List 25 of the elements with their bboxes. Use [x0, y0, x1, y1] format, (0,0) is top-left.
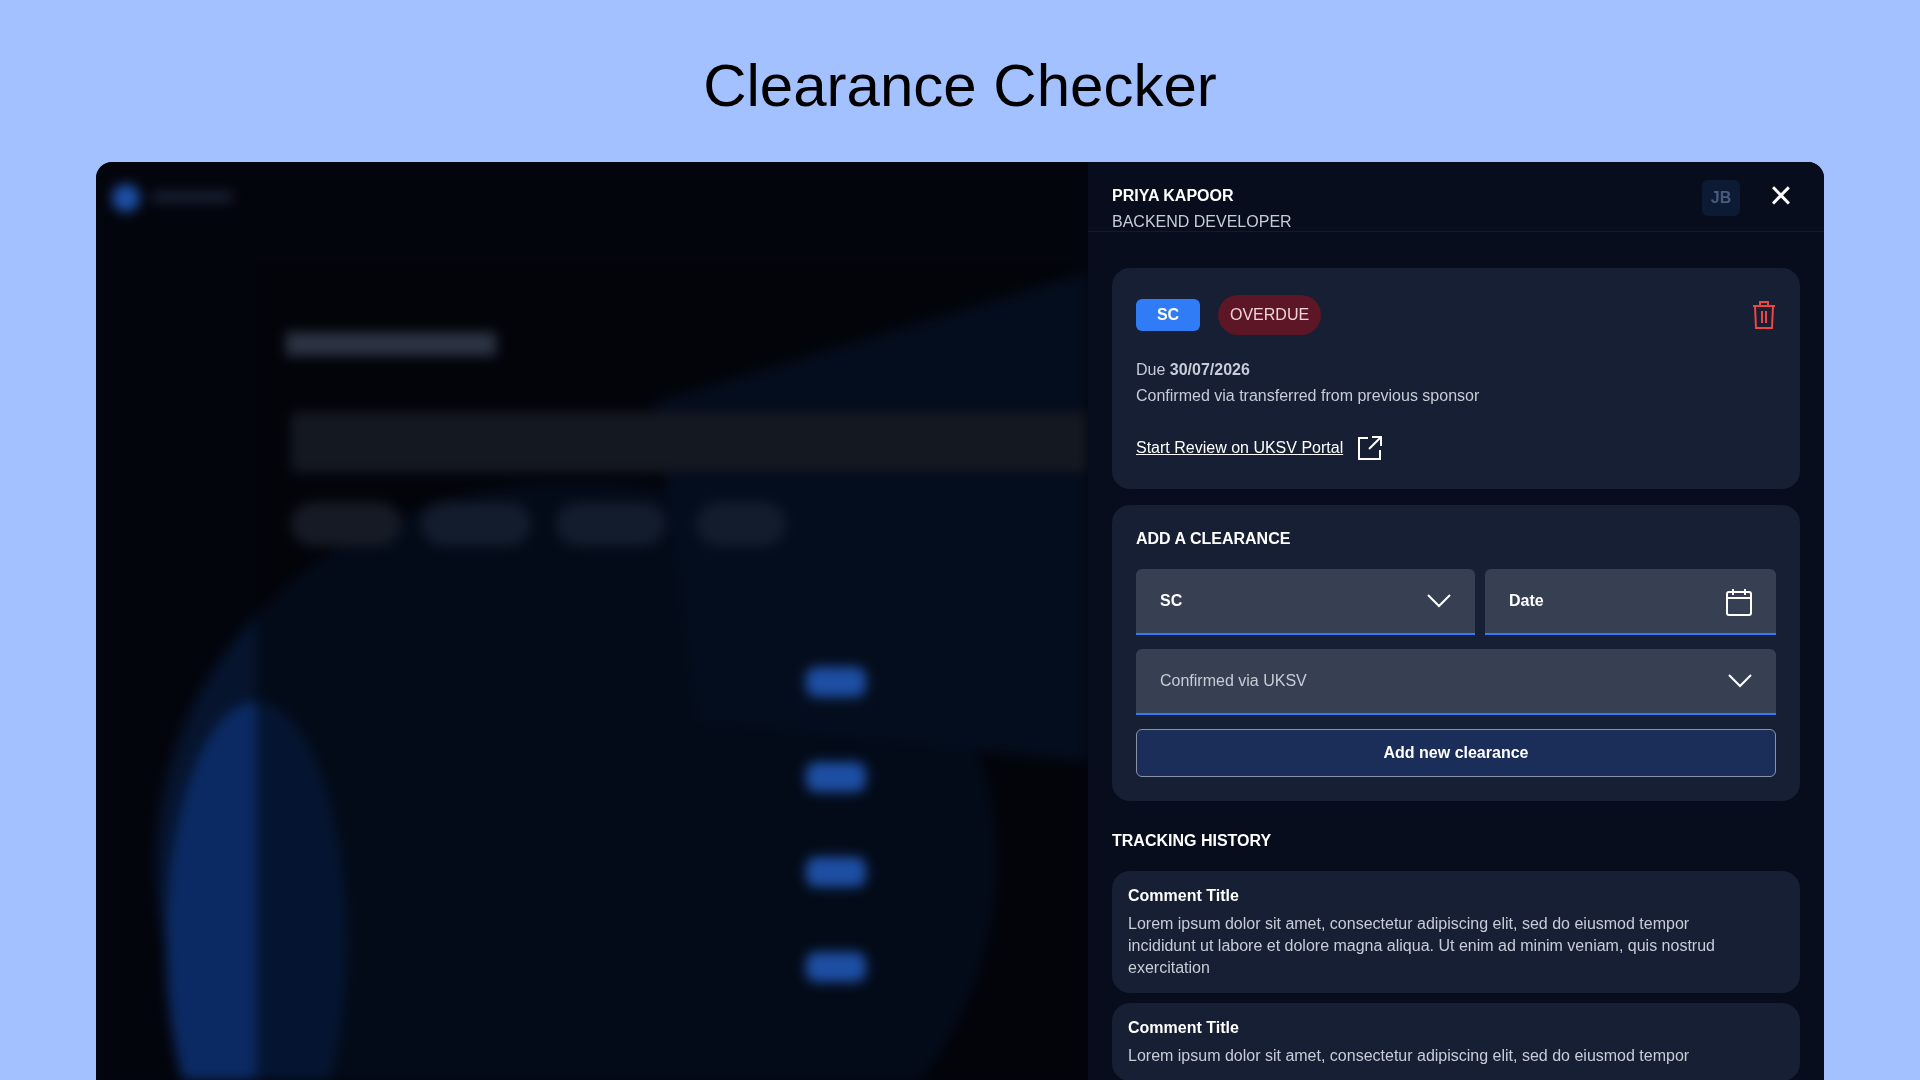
method-select[interactable]: Confirmed via UKSV — [1136, 649, 1776, 715]
section-heading: TRACKING HISTORY — [1112, 831, 1273, 851]
due-date: Due 30/07/2026 — [1136, 360, 1251, 380]
comment-body: Lorem ipsum dolor sit amet, consectetur adipiscing elit, sed do eiusmod tempor — [1128, 1046, 1691, 1066]
external-link-icon[interactable] — [1357, 435, 1384, 461]
comment-title: Comment Title — [1128, 1018, 1240, 1038]
chevron-down-icon — [1728, 674, 1752, 688]
clearance-level-badge: SC — [1136, 299, 1200, 331]
avatar: JB — [1710, 188, 1732, 208]
review-link[interactable]: Start Review on UKSV Portal — [1136, 436, 1344, 460]
section-heading: ADD A CLEARANCE — [1136, 529, 1292, 549]
delete-icon[interactable] — [1752, 300, 1776, 330]
status-badge: OVERDUE — [1218, 295, 1322, 335]
calendar-icon[interactable] — [1726, 588, 1752, 616]
person-role: BACKEND DEVELOPER — [1112, 212, 1292, 232]
close-button[interactable]: × — [1766, 178, 1796, 212]
comment-body: Lorem ipsum dolor sit amet, consectetur adipiscing elit, sed do eiusmod tempor incididunt ut labore et dolore magna aliqua. Ut enim ad minim veniam, quis nostrud exercitation — [1128, 914, 1716, 978]
person-name: PRIYA KAPOOR — [1112, 186, 1235, 206]
page-title: Clearance Checker — [703, 56, 1217, 116]
confirmation-note: Confirmed via transferred from previous sponsor — [1136, 386, 1481, 406]
add-clearance-button[interactable]: Add new clearance — [1136, 729, 1776, 777]
chevron-down-icon — [1427, 594, 1451, 608]
level-select[interactable]: SC — [1136, 569, 1475, 635]
comment-title: Comment Title — [1128, 886, 1240, 906]
date-field[interactable]: Date — [1485, 569, 1776, 635]
